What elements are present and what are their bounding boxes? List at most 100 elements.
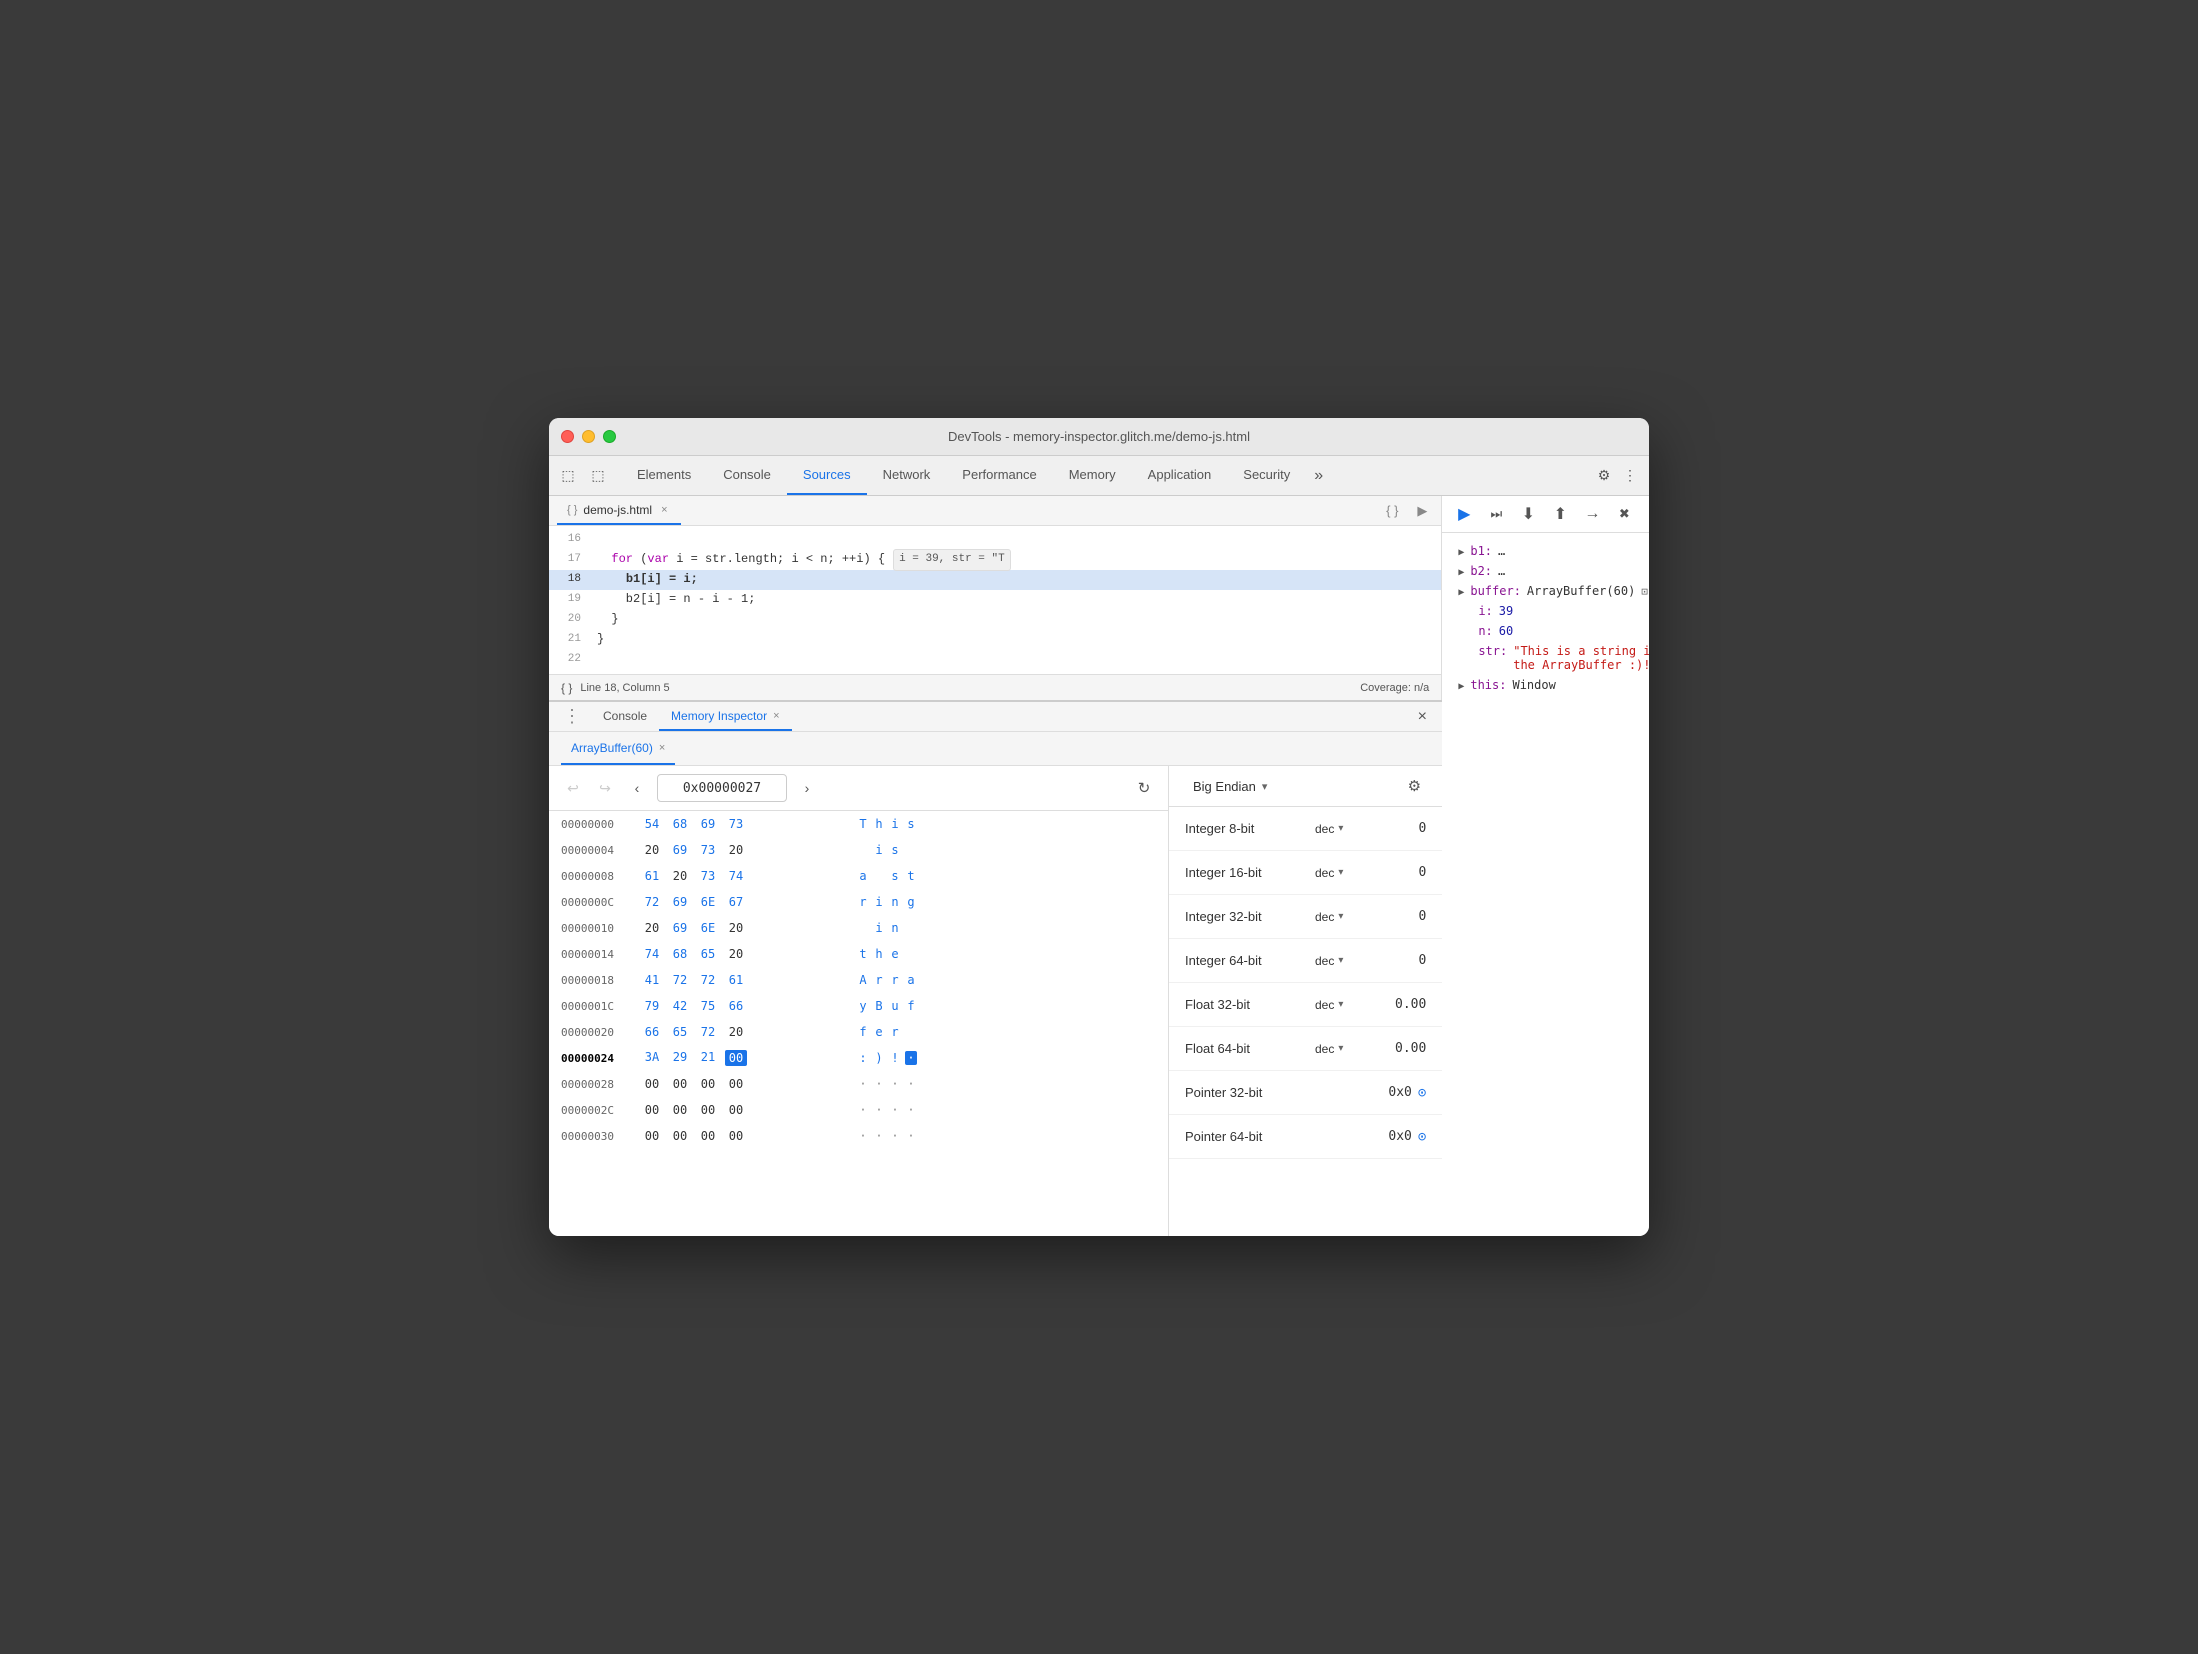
scope-triangle-b1[interactable]: ▶ [1458,547,1464,558]
hex-row-2c: 0000002C 00 00 00 00 · · [549,1097,1168,1123]
hex-row-4: 00000004 20 69 73 20 i [549,837,1168,863]
value-row-int16: Integer 16-bit dec ▾ 0 [1169,851,1442,895]
code-editor: 16 17 for (var i = str.length; i < n; ++… [549,526,1441,674]
prev-address-button[interactable]: ‹ [625,776,649,800]
tab-security[interactable]: Security [1227,456,1306,495]
hex-content: 00000000 54 68 69 73 T h [549,811,1168,1236]
scope-item-b1: ▶ b1: … [1442,541,1649,561]
ptr32-follow-link[interactable]: ⊙ [1418,1085,1426,1101]
left-icons: ⬚ ⬚ [557,465,609,487]
record-icon[interactable]: ▶ [1411,500,1433,522]
format-icon[interactable]: { } [1381,500,1403,522]
source-tab-demo-js[interactable]: { } demo-js.html × [557,496,681,525]
arraybuffer-tab-close[interactable]: × [659,742,665,754]
scope-item-this: ▶ this: Window [1442,675,1649,695]
memory-inspector-tab-close[interactable]: × [773,710,779,722]
hex-bytes-0: 54 68 69 73 [641,817,841,831]
code-line-19: 19 b2[i] = n - i - 1; [549,590,1441,610]
value-row-int8: Integer 8-bit dec ▾ 0 [1169,807,1442,851]
scope-item-i: i: 39 [1442,601,1649,621]
panel-menu-icon[interactable]: ⋮ [557,706,587,727]
source-tab-close[interactable]: × [658,503,670,517]
int64-format-arrow-icon: ▾ [1338,955,1343,966]
int8-format-dropdown[interactable]: dec ▾ [1315,822,1395,836]
arraybuffer-tab-item[interactable]: ArrayBuffer(60) × [561,732,675,765]
tab-elements[interactable]: Elements [621,456,707,495]
tab-application[interactable]: Application [1132,456,1228,495]
tab-console[interactable]: Console [707,456,787,495]
scope-triangle-b2[interactable]: ▶ [1458,567,1464,578]
more-tabs-button[interactable]: » [1306,456,1331,495]
hex-row-24: 00000024 3A 29 21 00 : ) [549,1045,1168,1071]
scope-item-str: str: "This is a string in the ArrayBuffe… [1442,641,1649,675]
ptr32-value: 0x0 ⊙ [1315,1085,1426,1101]
step-out-button[interactable]: → [1578,500,1606,528]
refresh-button[interactable]: ↻ [1132,776,1156,800]
values-settings-icon[interactable]: ⚙ [1402,774,1426,798]
int16-format-dropdown[interactable]: dec ▾ [1315,866,1395,880]
panel-close-button[interactable]: × [1410,705,1434,729]
hex-row-1c: 0000001C 79 42 75 66 y B [549,993,1168,1019]
scope-triangle-buffer[interactable]: ▶ [1458,587,1464,598]
devtools-tabbar: ⬚ ⬚ Elements Console Sources Network Per… [549,456,1649,496]
tab-sources[interactable]: Sources [787,456,867,495]
tab-memory[interactable]: Memory [1053,456,1132,495]
pause-on-exception-button[interactable]: ⏭ [1482,500,1510,528]
bottom-section: ⋮ Console Memory Inspector × × ArrayBuff… [549,700,1442,1236]
value-row-float32: Float 32-bit dec ▾ 0.00 [1169,983,1442,1027]
traffic-lights [561,430,616,443]
values-panel: Big Endian ▾ ⚙ Integer 8-bit dec ▾ [1169,766,1442,1236]
settings-icon[interactable]: ⚙ [1593,465,1615,487]
resume-button[interactable]: ▶ [1450,500,1478,528]
float32-format-dropdown[interactable]: dec ▾ [1315,998,1395,1012]
deactivate-breakpoints-button[interactable]: ✖ [1610,500,1638,528]
history-forward-button[interactable]: ↪ [593,776,617,800]
pause-button[interactable]: ⏸ [1642,500,1649,528]
top-section: { } demo-js.html × { } ▶ [549,496,1442,700]
hex-row-30: 00000030 00 00 00 00 · · [549,1123,1168,1149]
close-button[interactable] [561,430,574,443]
tab-console-bottom[interactable]: Console [591,702,659,731]
hex-row-28: 00000028 00 00 00 00 · · [549,1071,1168,1097]
hex-row-10: 00000010 20 69 6E 20 i [549,915,1168,941]
memory-inspect-icon[interactable]: ⊡ [1641,585,1648,598]
code-line-18: 18 b1[i] = i; [549,570,1441,590]
more-options-icon[interactable]: ⋮ [1619,465,1641,487]
hex-toolbar: ↩ ↪ ‹ › ↻ [549,766,1168,811]
history-back-button[interactable]: ↩ [561,776,585,800]
int32-format-dropdown[interactable]: dec ▾ [1315,910,1395,924]
titlebar: DevTools - memory-inspector.glitch.me/de… [549,418,1649,456]
window-title: DevTools - memory-inspector.glitch.me/de… [948,429,1250,444]
tab-performance[interactable]: Performance [946,456,1052,495]
ptr64-follow-link[interactable]: ⊙ [1418,1129,1426,1145]
float64-format-dropdown[interactable]: dec ▾ [1315,1042,1395,1056]
tab-network[interactable]: Network [867,456,947,495]
code-line-20: 20 } [549,610,1441,630]
device-icon[interactable]: ⬚ [587,465,609,487]
tab-memory-inspector[interactable]: Memory Inspector × [659,702,791,731]
int16-format-arrow-icon: ▾ [1338,867,1343,878]
inspect-icon[interactable]: ⬚ [557,465,579,487]
coverage-status: Coverage: n/a [1360,682,1429,694]
value-row-ptr64: Pointer 64-bit 0x0 ⊙ [1169,1115,1442,1159]
scope-panel: ▶ b1: … ▶ b2: … ▶ buffer: ArrayBuffer(60… [1442,533,1649,1236]
endian-dropdown[interactable]: Big Endian ▾ [1185,775,1275,798]
right-icons: ⚙ ⋮ [1593,465,1641,487]
code-lines: 16 17 for (var i = str.length; i < n; ++… [549,526,1441,674]
status-icon: { } [561,681,572,695]
address-input[interactable] [657,774,787,802]
code-panel: { } demo-js.html × { } ▶ [549,496,1442,700]
next-address-button[interactable]: › [795,776,819,800]
step-over-button[interactable]: ⬇ [1514,500,1542,528]
scope-item-n: n: 60 [1442,621,1649,641]
scope-triangle-this[interactable]: ▶ [1458,681,1464,692]
step-into-button[interactable]: ⬆ [1546,500,1574,528]
int8-format-arrow-icon: ▾ [1338,823,1343,834]
hex-row-14: 00000014 74 68 65 20 t h [549,941,1168,967]
int32-format-arrow-icon: ▾ [1338,911,1343,922]
debugger-toolbar: ▶ ⏭ ⬇ ⬆ → ✖ ⏸ [1442,496,1649,533]
code-line-21: 21 } [549,630,1441,650]
minimize-button[interactable] [582,430,595,443]
int64-format-dropdown[interactable]: dec ▾ [1315,954,1395,968]
maximize-button[interactable] [603,430,616,443]
